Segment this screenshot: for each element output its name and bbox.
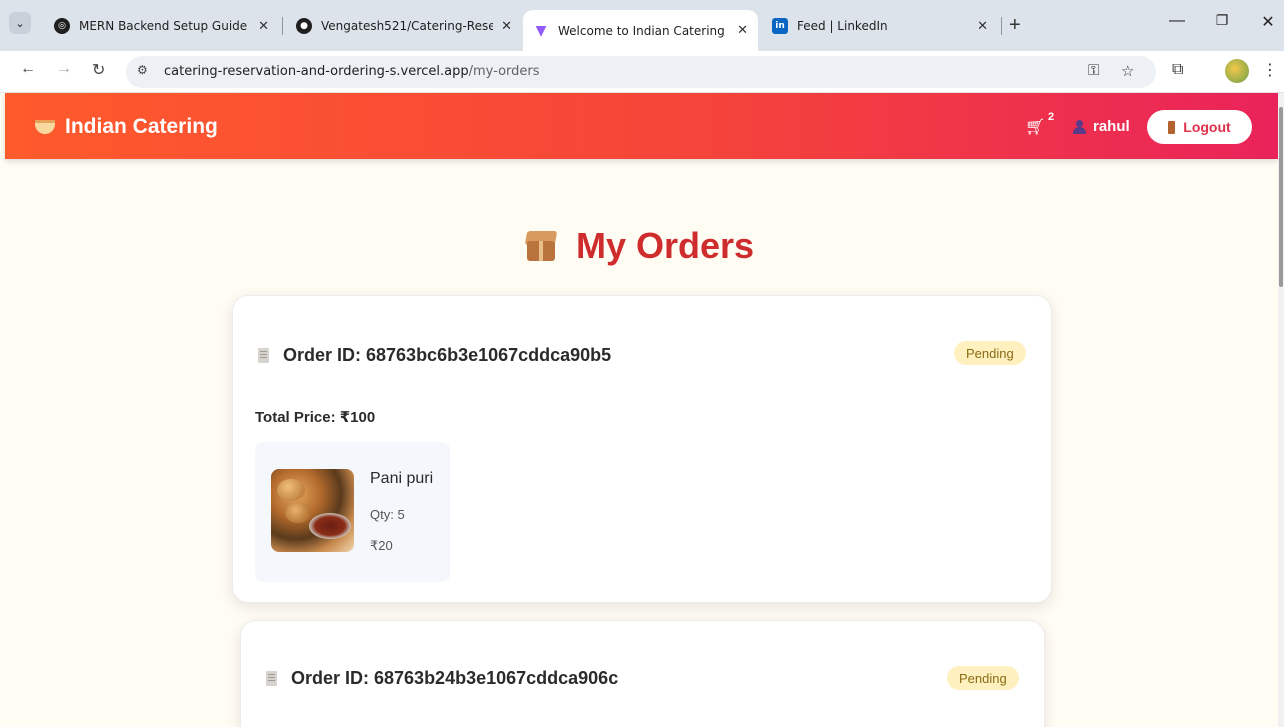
brand-link[interactable]: Indian Catering: [35, 115, 218, 139]
door-icon: [1168, 120, 1176, 134]
logout-label: Logout: [1183, 119, 1231, 135]
browser-tab-mern[interactable]: ◎ MERN Backend Setup Guide ✕: [44, 8, 279, 44]
site-info-icon[interactable]: ⚙: [137, 63, 148, 77]
close-tab-icon[interactable]: ✕: [258, 19, 269, 34]
tab-separator: [282, 17, 283, 35]
order-card: Order ID: 68763b24b3e1067cddca906c Pendi…: [240, 620, 1045, 727]
github-icon: ●: [296, 18, 312, 34]
cart-count-badge: 2: [1048, 111, 1055, 123]
scrollbar-thumb[interactable]: [1279, 107, 1283, 287]
tab-title: Vengatesh521/Catering-Reserva: [321, 19, 494, 33]
user-icon: [1073, 119, 1086, 134]
url-field[interactable]: ⚙ catering-reservation-and-ordering-s.ve…: [126, 56, 1156, 88]
back-arrow-icon[interactable]: ←: [20, 60, 36, 78]
order-header: Order ID: 68763bc6b3e1067cddca90b5: [258, 345, 611, 366]
tab-title: MERN Backend Setup Guide: [79, 19, 248, 33]
order-id: Order ID: 68763b24b3e1067cddca906c: [291, 668, 619, 688]
curry-bowl-icon: [35, 120, 55, 134]
reload-icon[interactable]: ↻: [92, 60, 105, 80]
username: rahul: [1093, 118, 1130, 135]
site-navbar: Indian Catering 🛒︎ 2 rahul Logout: [5, 93, 1278, 159]
brand-name: Indian Catering: [65, 115, 218, 138]
logout-button[interactable]: Logout: [1147, 110, 1252, 144]
browser-menu-icon[interactable]: ⋮: [1262, 60, 1278, 80]
status-badge: Pending: [954, 341, 1026, 365]
password-key-icon[interactable]: ⚿: [1088, 62, 1099, 79]
page-viewport: Indian Catering 🛒︎ 2 rahul Logout My Ord…: [0, 93, 1278, 727]
item-price: ₹20: [370, 538, 393, 553]
profile-avatar[interactable]: [1225, 59, 1249, 83]
page-title: My Orders: [0, 225, 1278, 267]
openai-icon: ◎: [54, 18, 70, 34]
page-title-text: My Orders: [575, 225, 755, 266]
cart-icon[interactable]: 🛒︎: [1025, 117, 1045, 137]
status-badge: Pending: [947, 666, 1019, 690]
url-host: catering-reservation-and-ordering-s.verc…: [164, 64, 469, 79]
page-scrollbar[interactable]: [1278, 93, 1284, 727]
vite-icon: ▼: [535, 22, 547, 39]
receipt-icon: [266, 671, 277, 686]
order-id: Order ID: 68763bc6b3e1067cddca90b5: [283, 345, 612, 365]
browser-tab-github[interactable]: ● Vengatesh521/Catering-Reserva ✕: [286, 8, 522, 44]
extensions-puzzle-icon[interactable]: ⧉: [1172, 61, 1183, 79]
order-header: Order ID: 68763b24b3e1067cddca906c: [266, 668, 618, 689]
order-total: Total Price: ₹100: [255, 409, 376, 426]
receipt-icon: [258, 348, 269, 363]
browser-tab-bar: ⌄ ◎ MERN Backend Setup Guide ✕ ● Vengate…: [0, 0, 1284, 51]
minimize-button[interactable]: —: [1162, 12, 1192, 30]
tab-title: Welcome to Indian Catering: [558, 23, 725, 38]
browser-tab-linkedin[interactable]: in Feed | LinkedIn ✕: [762, 8, 998, 44]
forward-arrow-icon[interactable]: →: [56, 60, 72, 78]
bookmark-star-icon[interactable]: ☆: [1121, 62, 1134, 80]
user-profile[interactable]: rahul: [1073, 118, 1130, 135]
item-quantity: Qty: 5: [370, 507, 405, 522]
restore-button[interactable]: ❐: [1207, 12, 1237, 29]
tab-search-button[interactable]: ⌄: [9, 12, 31, 34]
address-bar: ← → ↻ ⚙ catering-reservation-and-orderin…: [0, 51, 1284, 93]
order-card: Order ID: 68763bc6b3e1067cddca90b5 Pendi…: [232, 295, 1052, 603]
close-window-button[interactable]: ✕: [1253, 12, 1283, 32]
new-tab-button[interactable]: +: [1009, 14, 1021, 37]
linkedin-icon: in: [772, 18, 788, 34]
item-image: [271, 469, 354, 552]
close-tab-icon[interactable]: ✕: [737, 23, 748, 38]
close-tab-icon[interactable]: ✕: [501, 19, 512, 34]
browser-tab-indian-catering[interactable]: ▼ Welcome to Indian Catering ✕: [523, 10, 758, 51]
tab-separator: [1001, 17, 1002, 35]
url-text: catering-reservation-and-ordering-s.verc…: [164, 64, 540, 79]
close-tab-icon[interactable]: ✕: [977, 19, 988, 34]
tab-title: Feed | LinkedIn: [797, 19, 888, 33]
order-item: Pani puri Qty: 5 ₹20: [255, 442, 450, 582]
package-icon: [524, 229, 558, 263]
item-name: Pani puri: [370, 470, 434, 487]
url-path: /my-orders: [468, 64, 540, 79]
